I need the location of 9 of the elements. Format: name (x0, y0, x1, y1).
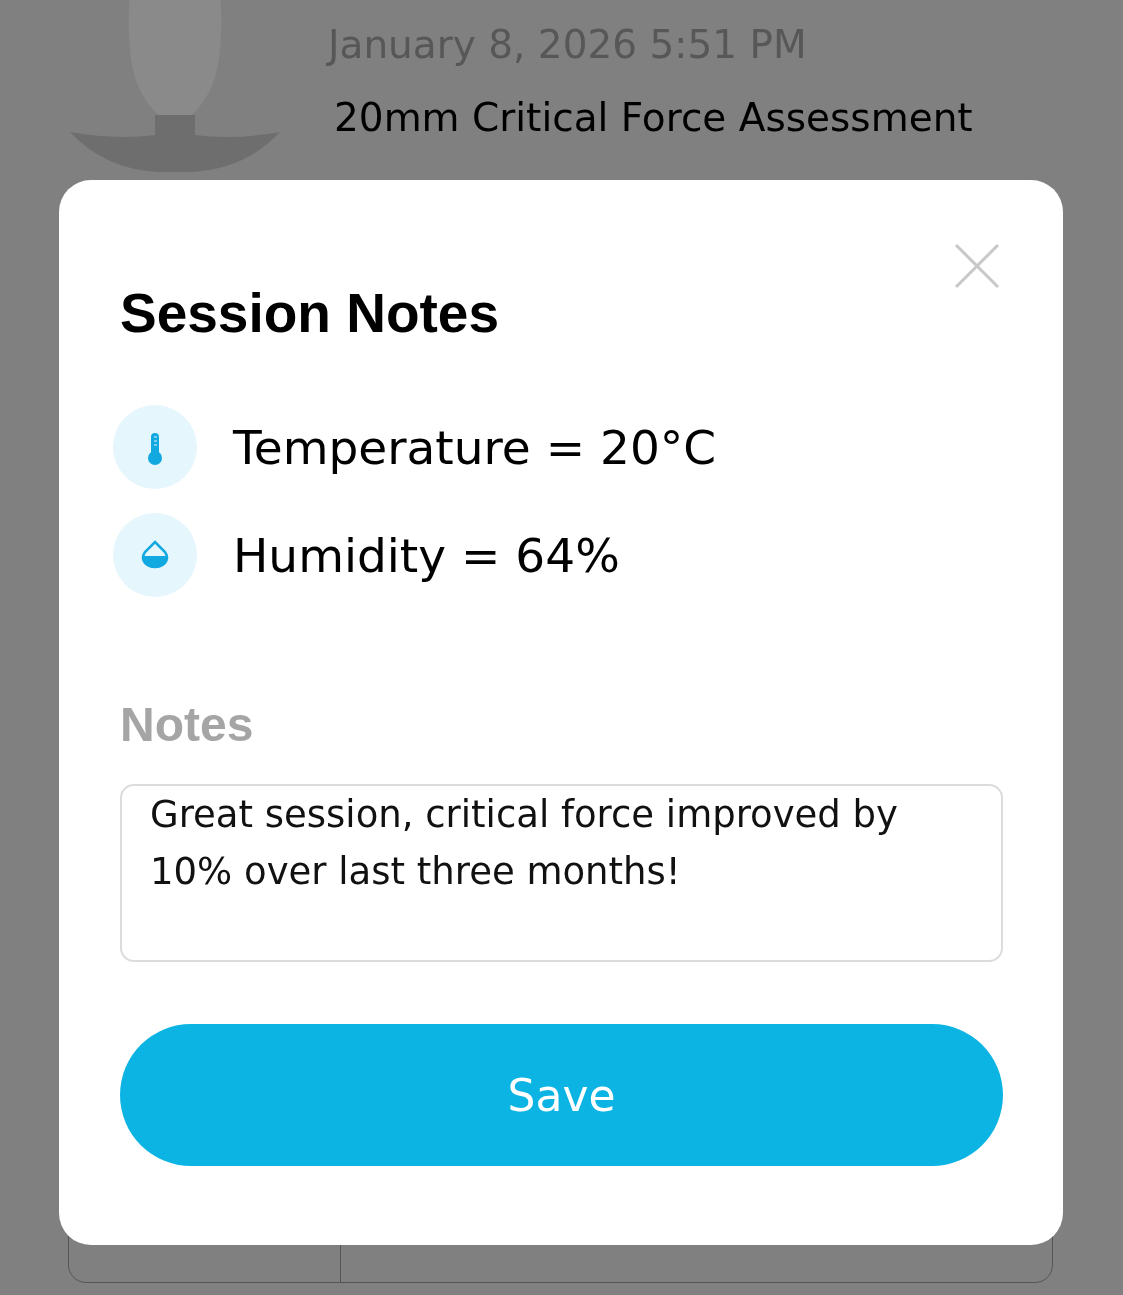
reading-text: Temperature = 20°C (233, 419, 717, 475)
notes-field[interactable]: Great session, critical force improved by 10% over last three months! (120, 784, 1003, 962)
water-drop-icon (113, 513, 197, 597)
close-icon[interactable] (954, 243, 1000, 289)
reading-text: Humidity = 64% (233, 527, 620, 583)
notes-label: Notes (120, 697, 255, 752)
session-title: 20mm Critical Force Assessment (333, 95, 973, 140)
thermometer-icon (113, 405, 197, 489)
dialog-title: Session Notes (120, 281, 500, 345)
